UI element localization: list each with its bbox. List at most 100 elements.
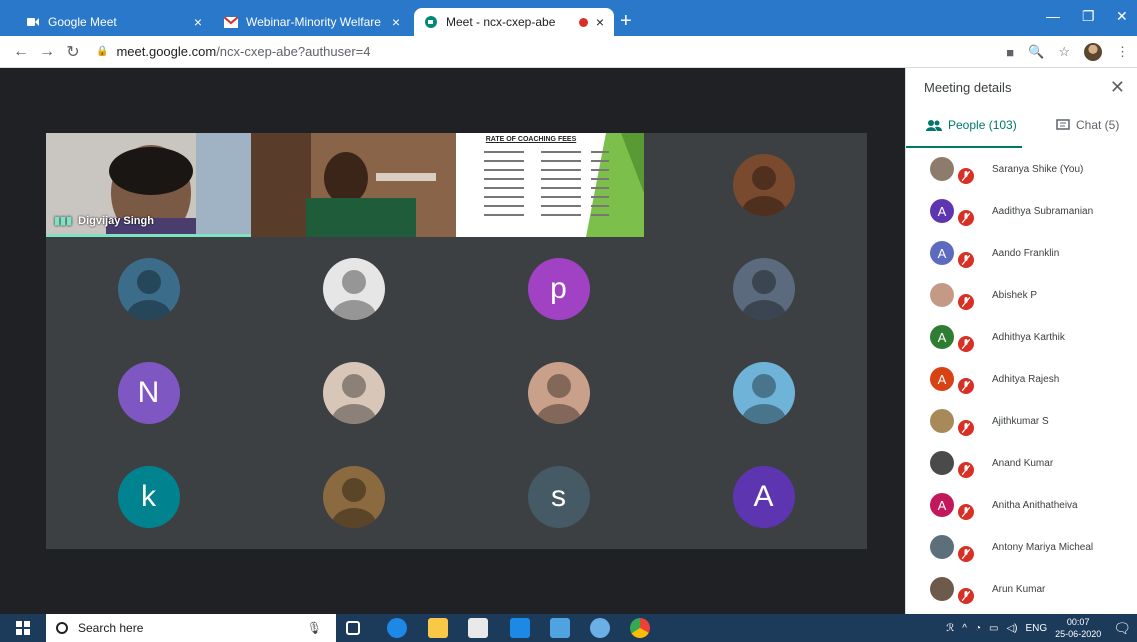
slide-text-line [591, 196, 609, 198]
participant-tile[interactable] [456, 341, 661, 445]
participant-tile[interactable] [251, 341, 456, 445]
minimize-icon[interactable]: — [1046, 8, 1060, 24]
participant-avatar-letter: A [732, 466, 795, 528]
participant-name: Aando Franklin [992, 247, 1060, 259]
participant-avatar-letter: p [527, 258, 590, 320]
participant-avatar [930, 535, 954, 559]
tab-chat[interactable]: Chat (5) [1056, 118, 1119, 132]
notifications-icon[interactable]: 🗨 [1113, 620, 1131, 637]
close-tab-icon[interactable]: × [596, 14, 604, 30]
tab-title: Webinar-Minority Welfare Schem [246, 15, 384, 29]
reload-icon[interactable]: ↻ [60, 42, 86, 62]
participant-tile[interactable]: k [46, 445, 251, 549]
paint-icon[interactable] [590, 618, 610, 638]
menu-icon[interactable]: ⋮ [1116, 44, 1129, 60]
participant-avatar [930, 577, 954, 601]
mic-muted-icon [958, 420, 974, 436]
bookmark-star-icon[interactable]: ☆ [1058, 44, 1070, 60]
zoom-icon[interactable]: 🔍 [1028, 44, 1044, 60]
forward-icon[interactable]: → [34, 43, 60, 61]
participant-tile[interactable]: N [46, 341, 251, 445]
windows-start-icon[interactable] [16, 621, 30, 640]
taskbar-search[interactable]: Search here 🎙 [46, 614, 336, 642]
battery-icon[interactable]: ▭ [989, 623, 998, 634]
participant-tile[interactable]: p [456, 237, 661, 341]
participant-row[interactable]: Antony Mariya Micheal [906, 526, 1137, 568]
participant-name: Aadithya Subramanian [992, 205, 1094, 217]
participant-tile[interactable]: ▮▮▮ Digvijay Singh [46, 133, 251, 237]
chrome-icon[interactable] [630, 618, 650, 638]
app-icon[interactable] [550, 618, 570, 638]
participant-tile[interactable]: A [661, 445, 866, 549]
participant-row[interactable]: Abishek P [906, 274, 1137, 316]
participant-tile[interactable] [46, 237, 251, 341]
participant-row[interactable]: Anand Kumar [906, 442, 1137, 484]
edge-icon[interactable] [387, 618, 407, 638]
mic-muted-icon [958, 546, 974, 562]
speaker-name: Digvijay Singh [78, 214, 154, 227]
participant-avatar-photo [527, 362, 590, 424]
tab-webinar[interactable]: Webinar-Minority Welfare Schem × [214, 8, 410, 36]
tab-meet-active[interactable]: Meet - ncx-cxep-abe × [414, 8, 614, 36]
participant-tile[interactable] [251, 237, 456, 341]
participant-tile[interactable]: s [456, 445, 661, 549]
participant-tile[interactable] [661, 237, 866, 341]
participant-avatar [930, 157, 954, 181]
participant-tile[interactable] [661, 133, 866, 237]
browser-toolbar: ← → ↻ 🔒 meet.google.com/ncx-cxep-abe?aut… [0, 36, 1137, 68]
participant-avatar-photo [322, 362, 385, 424]
microphone-icon[interactable]: 🎙 [307, 621, 322, 635]
lock-icon: 🔒 [96, 46, 109, 57]
close-window-icon[interactable]: ✕ [1116, 8, 1128, 25]
participant-avatar [930, 409, 954, 433]
slide-text-line [591, 187, 609, 189]
tab-google-meet[interactable]: Google Meet × [16, 8, 212, 36]
windows-taskbar: Search here 🎙 ℛ ^ ◔ ▭ ◁) ENG 00:07 25-06… [0, 614, 1137, 642]
network-icon[interactable]: ◔ [975, 623, 981, 634]
restore-icon[interactable]: ❐ [1082, 8, 1095, 25]
mic-muted-icon [958, 210, 974, 226]
slide-text-line [541, 205, 581, 207]
mic-muted-icon [958, 378, 974, 394]
participant-avatar [930, 451, 954, 475]
participant-tile[interactable] [251, 133, 456, 237]
back-icon[interactable]: ← [8, 43, 34, 61]
participant-avatar-photo [732, 154, 795, 216]
participant-avatar-photo [322, 466, 385, 528]
participant-avatar: A [930, 241, 954, 265]
file-explorer-icon[interactable] [428, 618, 448, 638]
participant-tile[interactable] [251, 445, 456, 549]
store-icon[interactable] [468, 618, 488, 638]
new-tab-icon[interactable]: + [620, 11, 632, 31]
participant-row[interactable]: Ajithkumar S [906, 400, 1137, 442]
close-tab-icon[interactable]: × [194, 14, 202, 30]
participant-tile[interactable]: RATE OF COACHING FEES [456, 133, 661, 237]
participant-row[interactable]: A Aando Franklin [906, 232, 1137, 274]
browser-tab-strip: Google Meet × Webinar-Minority Welfare S… [0, 0, 1137, 36]
participant-row[interactable]: A Aadithya Subramanian [906, 190, 1137, 232]
participant-row[interactable]: A Anitha Anithatheiva [906, 484, 1137, 526]
clock[interactable]: 00:07 25-06-2020 [1055, 616, 1101, 640]
participant-row[interactable]: A Adhitya Rajesh [906, 358, 1137, 400]
participant-row[interactable]: Saranya Shike (You) [906, 148, 1137, 190]
participant-row[interactable]: A Adhithya Karthik [906, 316, 1137, 358]
participant-tile[interactable] [661, 341, 866, 445]
mic-muted-icon [958, 504, 974, 520]
camera-icon[interactable]: ■ [1006, 45, 1014, 60]
participant-avatar-photo [322, 258, 385, 320]
close-icon[interactable]: ✕ [1110, 77, 1125, 98]
chevron-up-icon[interactable]: ^ [962, 623, 967, 634]
profile-avatar[interactable] [1084, 43, 1102, 61]
volume-icon[interactable]: ◁) [1006, 623, 1017, 634]
task-view-icon[interactable] [346, 621, 360, 635]
mail-icon[interactable] [510, 618, 530, 638]
language-indicator[interactable]: ENG [1026, 623, 1048, 634]
panel-title: Meeting details [924, 80, 1012, 95]
meeting-stage: ▮▮▮ Digvijay Singh RATE OF COACHING FEES p N… [0, 68, 905, 614]
close-tab-icon[interactable]: × [392, 14, 400, 30]
tab-people[interactable]: People (103) [926, 118, 1017, 132]
people-tray-icon[interactable]: ℛ [946, 623, 954, 634]
participant-row[interactable]: Arun Kumar [906, 568, 1137, 610]
address-bar[interactable]: 🔒 meet.google.com/ncx-cxep-abe?authuser=… [96, 44, 370, 59]
slide-title: RATE OF COACHING FEES [485, 136, 577, 143]
